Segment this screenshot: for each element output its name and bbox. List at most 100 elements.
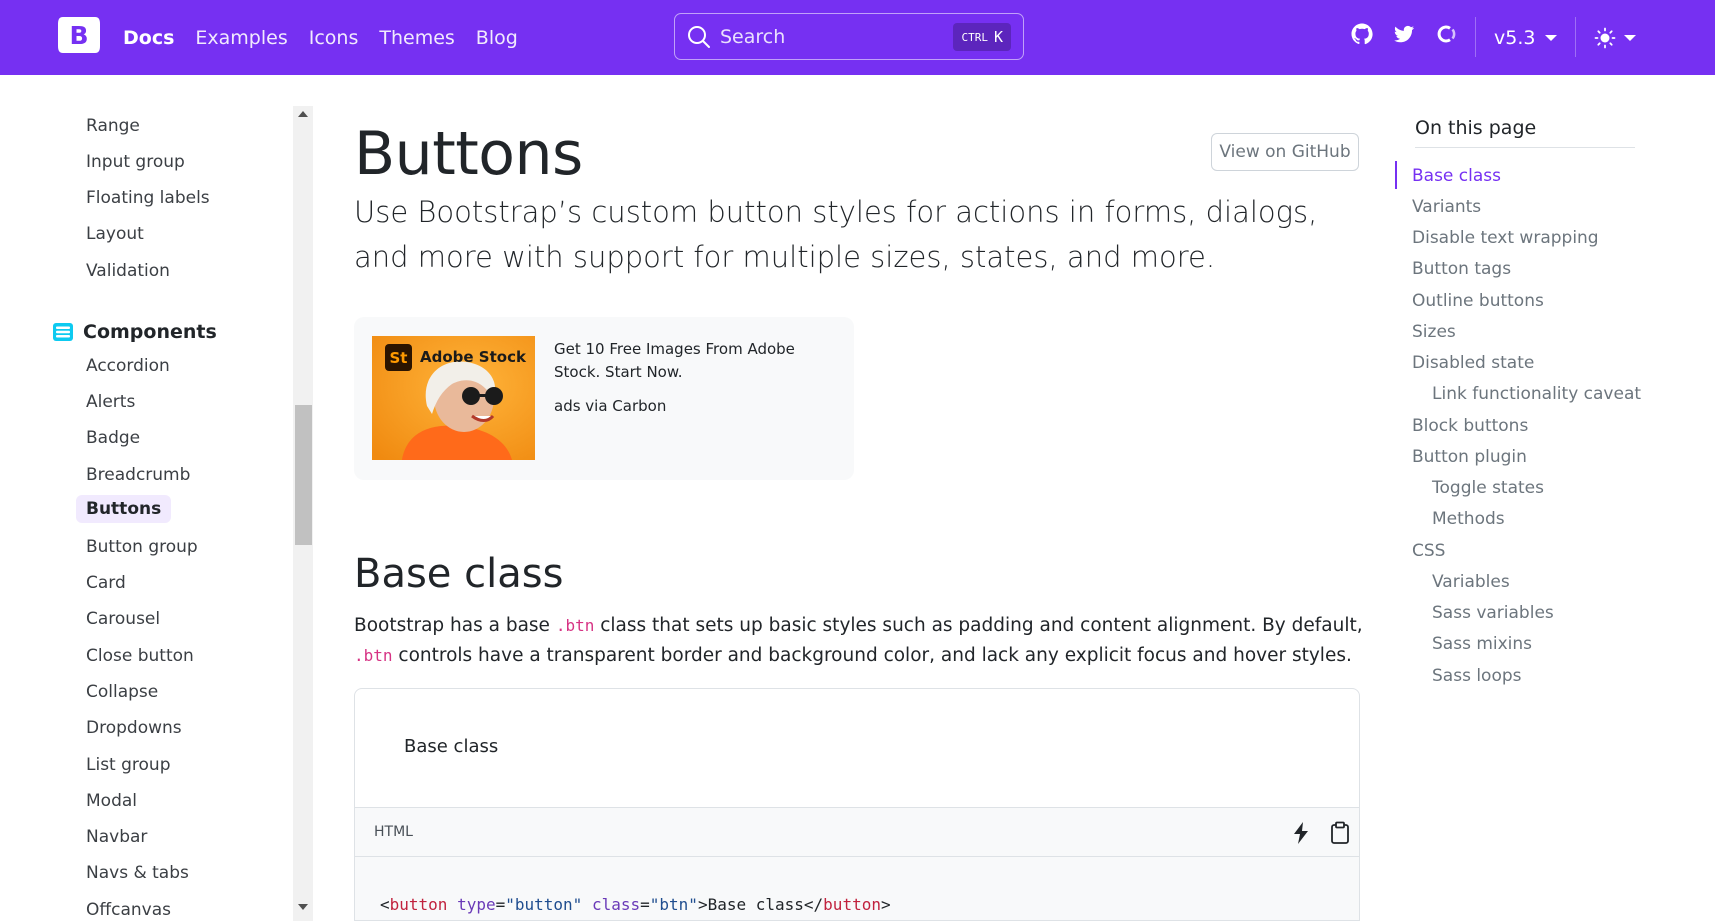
sidebar-item-floating-labels[interactable]: Floating labels bbox=[86, 188, 210, 208]
toc-item-disabled-state[interactable]: Disabled state bbox=[1412, 353, 1534, 373]
navbar-divider bbox=[1475, 17, 1476, 57]
clipboard-icon[interactable] bbox=[1329, 821, 1351, 845]
chevron-down-icon bbox=[1545, 34, 1558, 41]
sidebar-item-navs-tabs[interactable]: Navs & tabs bbox=[86, 863, 189, 883]
toc-item-block-buttons[interactable]: Block buttons bbox=[1412, 416, 1528, 436]
lightning-icon[interactable] bbox=[1290, 821, 1312, 845]
sidebar-section-components: Components bbox=[52, 321, 217, 343]
toc-item-sizes[interactable]: Sizes bbox=[1412, 322, 1456, 342]
sidebar-item-list-group[interactable]: List group bbox=[86, 755, 171, 775]
toc-item-disable-text-wrapping[interactable]: Disable text wrapping bbox=[1412, 228, 1599, 248]
sidebar-item-modal[interactable]: Modal bbox=[86, 791, 137, 811]
sidebar-item-card[interactable]: Card bbox=[86, 573, 126, 593]
chevron-down-icon bbox=[1624, 34, 1636, 41]
bootstrap-logo[interactable]: B bbox=[54, 15, 104, 55]
github-icon[interactable] bbox=[1350, 22, 1374, 50]
code-eq: = bbox=[495, 895, 506, 914]
nav-themes[interactable]: Themes bbox=[379, 27, 454, 49]
page-lead: Use Bootstrap’s custom button styles for… bbox=[354, 195, 1318, 274]
sidebar-item-collapse[interactable]: Collapse bbox=[86, 682, 158, 702]
sidebar-item-offcanvas[interactable]: Offcanvas bbox=[86, 900, 171, 920]
code-language-label: HTML bbox=[374, 824, 413, 840]
toc-item-button-tags[interactable]: Button tags bbox=[1412, 259, 1511, 279]
sidebar-item-buttons[interactable]: Buttons bbox=[76, 495, 172, 523]
nav-examples[interactable]: Examples bbox=[195, 27, 287, 49]
docs-sidebar: Range Input group Floating labels Layout… bbox=[0, 75, 316, 921]
sidebar-item-button-group[interactable]: Button group bbox=[86, 537, 198, 557]
main-content: Buttons View on GitHub Use Bootstrap’s c… bbox=[354, 75, 1363, 921]
code-block: <button type="button" class="btn">Base c… bbox=[355, 857, 1359, 920]
toc-item-link-functionality-caveat[interactable]: Link functionality caveat bbox=[1432, 384, 1641, 404]
nav-docs[interactable]: Docs bbox=[123, 27, 174, 49]
sidebar-item-dropdowns[interactable]: Dropdowns bbox=[86, 718, 182, 738]
svg-text:B: B bbox=[69, 21, 88, 50]
ad-image[interactable]: St Adobe Stock bbox=[372, 336, 535, 460]
opencollective-icon[interactable] bbox=[1434, 22, 1458, 50]
ad-text[interactable]: Get 10 Free Images From Adobe Stock. Sta… bbox=[554, 338, 834, 384]
sidebar-item-accordion[interactable]: Accordion bbox=[86, 356, 170, 376]
sidebar-item-range[interactable]: Range bbox=[86, 116, 140, 136]
carbon-ad: St Adobe Stock Get 10 Free Images From A… bbox=[354, 317, 854, 480]
toc-item-sass-mixins[interactable]: Sass mixins bbox=[1432, 634, 1532, 654]
code-bracket: > bbox=[697, 895, 708, 914]
code-string: "btn" bbox=[649, 895, 698, 914]
sidebar-item-carousel[interactable]: Carousel bbox=[86, 609, 160, 629]
version-label: v5.3 bbox=[1494, 26, 1536, 49]
theme-sun-icon bbox=[1594, 27, 1616, 48]
search-icon bbox=[688, 25, 710, 48]
social-icons bbox=[1350, 22, 1458, 50]
svg-text:St: St bbox=[390, 349, 408, 367]
toc-item-variables[interactable]: Variables bbox=[1432, 572, 1510, 592]
scroll-down-arrow-icon[interactable] bbox=[298, 904, 308, 910]
sidebar-item-alerts[interactable]: Alerts bbox=[86, 392, 135, 412]
sidebar-item-input-group[interactable]: Input group bbox=[86, 152, 185, 172]
code-example: Base class HTML <button type="button" cl… bbox=[354, 688, 1360, 921]
table-of-contents: On this page Base class Variants Disable… bbox=[1395, 75, 1715, 921]
sidebar-item-badge[interactable]: Badge bbox=[86, 428, 140, 448]
body-text-part: class that sets up basic styles such as … bbox=[594, 615, 1363, 636]
sidebar-item-breadcrumb[interactable]: Breadcrumb bbox=[86, 465, 190, 485]
toc-item-button-plugin[interactable]: Button plugin bbox=[1412, 447, 1527, 467]
toc-active-indicator bbox=[1395, 161, 1397, 189]
section-heading-base-class: Base class bbox=[354, 551, 564, 597]
sidebar-item-validation[interactable]: Validation bbox=[86, 261, 170, 281]
base-class-button[interactable]: Base class bbox=[391, 729, 511, 764]
theme-toggle[interactable] bbox=[1594, 0, 1636, 75]
nav-icons[interactable]: Icons bbox=[309, 27, 359, 49]
sidebar-item-close-button[interactable]: Close button bbox=[86, 646, 194, 666]
inline-code: .btn bbox=[555, 616, 595, 635]
view-on-github-button[interactable]: View on GitHub bbox=[1211, 133, 1359, 171]
toc-item-sass-variables[interactable]: Sass variables bbox=[1432, 603, 1554, 623]
search-shortcut: CTRL K bbox=[953, 23, 1011, 51]
sidebar-scroll-thumb[interactable] bbox=[295, 405, 312, 545]
code-attr: class bbox=[591, 895, 641, 914]
ad-via-carbon[interactable]: ads via Carbon bbox=[554, 397, 666, 415]
top-navbar: B Docs Examples Icons Themes Blog Search… bbox=[0, 0, 1715, 75]
toc-title: On this page bbox=[1415, 117, 1537, 139]
toc-item-base-class[interactable]: Base class bbox=[1412, 166, 1501, 186]
example-preview: Base class bbox=[355, 689, 1359, 807]
code-bracket: < bbox=[380, 895, 390, 914]
twitter-icon[interactable] bbox=[1392, 22, 1416, 50]
scroll-up-arrow-icon[interactable] bbox=[298, 111, 308, 117]
shortcut-mod: CTRL bbox=[961, 30, 988, 44]
sidebar-item-layout[interactable]: Layout bbox=[86, 224, 144, 244]
code-tag: button bbox=[823, 895, 881, 914]
toc-item-toggle-states[interactable]: Toggle states bbox=[1432, 478, 1544, 498]
ad-photo: St Adobe Stock bbox=[372, 336, 535, 460]
toc-item-css[interactable]: CSS bbox=[1412, 541, 1445, 561]
nav-blog[interactable]: Blog bbox=[476, 27, 518, 49]
inline-code: .btn bbox=[354, 646, 393, 665]
code-bracket: </ bbox=[803, 895, 824, 914]
toc-divider bbox=[1415, 147, 1635, 148]
toc-item-outline-buttons[interactable]: Outline buttons bbox=[1412, 291, 1544, 311]
base-class-description: Bootstrap has a base .btn class that set… bbox=[354, 611, 1364, 671]
code-attr: type bbox=[457, 895, 496, 914]
search-placeholder: Search bbox=[720, 25, 786, 48]
version-dropdown[interactable]: v5.3 bbox=[1494, 0, 1558, 75]
toc-item-methods[interactable]: Methods bbox=[1432, 509, 1505, 529]
sidebar-item-navbar[interactable]: Navbar bbox=[86, 827, 147, 847]
toc-item-sass-loops[interactable]: Sass loops bbox=[1432, 666, 1522, 686]
toc-item-variants[interactable]: Variants bbox=[1412, 197, 1481, 217]
search-button[interactable]: Search CTRL K bbox=[674, 13, 1024, 60]
